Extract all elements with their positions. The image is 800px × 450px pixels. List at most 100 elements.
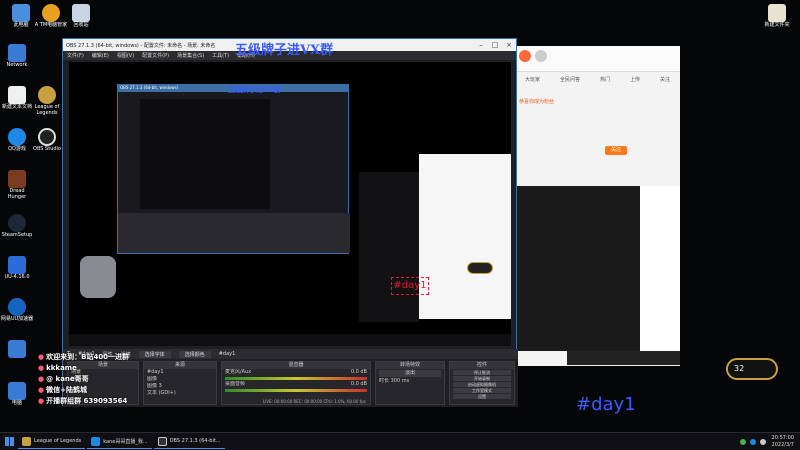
desktop-icon-qq-game[interactable]: QQ游戏 <box>0 128 34 153</box>
heart-icon: ● <box>38 397 45 405</box>
overlay-line: ● 开播群组群 639093564 <box>38 397 128 405</box>
desktop-icon-computer-2[interactable]: 电脑 <box>0 382 34 407</box>
avatar[interactable] <box>535 50 547 62</box>
taskbar-item-obs[interactable]: OBS 27.1.3 (64-bit... <box>153 435 225 449</box>
browser-icon <box>91 436 101 446</box>
desktop-icon-uu[interactable]: UU-4.16.0 <box>0 256 34 281</box>
desktop-icon-computer[interactable] <box>0 340 34 359</box>
character-avatar <box>80 256 116 298</box>
source-item[interactable]: 图像 3 <box>144 383 216 390</box>
source-item[interactable]: #day1 <box>144 369 216 376</box>
studio-mode-button[interactable]: 工作室模式 <box>453 388 511 393</box>
desktop-icon-uu-accelerator[interactable]: 网易UU加速器 <box>0 298 34 323</box>
mixer-track: 桌面音频 0.0 dB <box>225 381 367 387</box>
desktop-icon-new-folder[interactable]: 新建文件夹 <box>760 4 794 29</box>
windows-start-button[interactable] <box>0 435 18 449</box>
preview-taskbar <box>69 334 511 346</box>
nested-obs-window: OBS 27.1.3 (64-bit, windows) 五级牌子进VX群 <box>117 84 350 254</box>
day-label-preview: #day1 <box>391 277 429 295</box>
desktop-icon-dread-hunger[interactable]: Dread Hunger <box>0 170 34 200</box>
volume-meter <box>225 377 367 380</box>
computer-icon <box>8 382 26 400</box>
browser-window-live[interactable]: 大玩家 全民问答 热门 上传 关注 恭喜你成为粉丝 关注 <box>515 46 680 366</box>
heart-icon: ● <box>38 353 45 361</box>
stop-stream-button[interactable]: 停止推流 <box>453 370 511 375</box>
obs-window[interactable]: OBS 27.1.3 (64-bit, windows) - 配置文件: 未命名… <box>62 38 518 407</box>
taskbar-item-browser[interactable]: kane哥哥直播_我... <box>87 435 152 449</box>
virtual-camera-button[interactable]: 启动虚拟摄像机 <box>453 382 511 387</box>
desktop-icon-steam-setup[interactable]: SteamSetup <box>0 214 34 239</box>
obs-preview[interactable]: OBS 27.1.3 (64-bit, windows) 五级牌子进VX群 #d… <box>69 62 511 346</box>
menu-edit[interactable]: 编辑(E) <box>92 52 109 59</box>
nested-watermark: 五级牌子进VX群 <box>228 85 281 94</box>
player-controls <box>567 351 680 365</box>
tab-category[interactable]: 大玩家 <box>525 76 540 98</box>
duration-row: 时长 300 ms <box>379 378 410 384</box>
source-item[interactable]: 文本 (GDI+) <box>144 390 216 397</box>
desktop-icon-obs[interactable]: OBS Studio <box>30 128 64 153</box>
desktop-icon-this-pc[interactable]: 此电脑 <box>4 4 38 29</box>
nested-browser <box>419 154 511 319</box>
heart-icon: ● <box>38 386 45 394</box>
tray-icon[interactable] <box>739 438 746 445</box>
uu-installer-icon <box>8 256 26 274</box>
mixer-track: 麦克风/Aux 0.0 dB <box>225 369 367 375</box>
tab-category[interactable]: 全民问答 <box>560 76 580 98</box>
minimize-icon[interactable]: – <box>474 41 488 49</box>
level-badge <box>467 262 493 274</box>
qq-game-icon <box>8 128 26 146</box>
taskbar-clock[interactable]: 20:57:00 2022/3/7 <box>772 435 794 449</box>
heart-icon: ● <box>38 364 45 372</box>
transition-select[interactable]: 淡出 <box>379 370 441 377</box>
transitions-header: 转场特效 <box>376 362 444 369</box>
start-recording-button[interactable]: 开始录制 <box>453 376 511 381</box>
dread-hunger-icon <box>8 170 26 188</box>
follow-button[interactable]: 关注 <box>605 146 627 155</box>
taskbar-item-lol[interactable]: League of Legends <box>18 435 86 449</box>
stream-overlay: ● 欢迎来到：B站400一进群 ● kkkame ● @ kane哥哥 ● 微信+陆鹤城… <box>38 256 148 407</box>
notice-text: 恭喜你成为粉丝 <box>519 99 555 105</box>
settings-button[interactable]: 设置 <box>453 394 511 399</box>
desktop-icon-pc-manager[interactable]: A TM电脑管家 <box>34 4 68 29</box>
obs-status-bar: LIVE: 00:00:00 REC: 00:00:00 CPU: 1.0%, … <box>263 399 366 404</box>
overlay-line: ● 欢迎来到：B站400一进群 <box>38 353 130 361</box>
text-value-field[interactable]: #day1 <box>219 351 236 357</box>
close-icon[interactable]: × <box>502 41 516 49</box>
duration-field[interactable]: 300 ms <box>391 378 410 384</box>
overlay-line: ● @ kane哥哥 <box>38 375 89 383</box>
source-item[interactable]: 图像 <box>144 376 216 383</box>
speaker-icon[interactable] <box>759 438 766 445</box>
nested-docks <box>118 213 350 253</box>
menu-view[interactable]: 视图(V) <box>117 52 134 59</box>
controls-header: 控件 <box>450 362 514 369</box>
menu-file[interactable]: 文件(F) <box>67 52 84 59</box>
watermark-text: 五级牌子进VX群 <box>235 43 334 58</box>
desktop-icon-network[interactable]: Network <box>0 44 34 69</box>
folder-icon <box>768 4 786 22</box>
desktop-icon-recycle-bin[interactable]: 回收站 <box>64 4 98 29</box>
menu-profile[interactable]: 配置文件(P) <box>142 52 169 59</box>
live-video <box>515 186 640 351</box>
viewer-list <box>640 186 680 351</box>
nested-video <box>359 172 419 322</box>
network-icon <box>8 44 26 62</box>
select-color-button[interactable]: 选择颜色 <box>178 350 211 358</box>
league-icon <box>22 436 31 446</box>
level-badge-large: 32 <box>726 358 778 380</box>
obs-icon <box>157 436 167 446</box>
tab-category[interactable]: 关注 <box>660 76 670 98</box>
menu-scene-collection[interactable]: 场景集合(S) <box>177 52 204 59</box>
tab-category[interactable]: 上传 <box>630 76 640 98</box>
day-watermark: #day1 <box>576 394 636 415</box>
mixer-header: 混音器 <box>222 362 370 369</box>
computer-icon <box>8 340 26 358</box>
browser-toolbar <box>515 46 680 72</box>
desktop-icon-text-doc[interactable]: 新建文本文档 <box>0 86 34 111</box>
desktop-icon-lol[interactable]: League of Legends <box>30 86 64 116</box>
computer-icon <box>12 4 30 22</box>
tab-category[interactable]: 热门 <box>600 76 610 98</box>
maximize-icon[interactable]: □ <box>488 41 502 49</box>
tray-icon[interactable] <box>749 438 756 445</box>
heart-icon: ● <box>38 375 45 383</box>
menu-tools[interactable]: 工具(T) <box>212 52 229 59</box>
